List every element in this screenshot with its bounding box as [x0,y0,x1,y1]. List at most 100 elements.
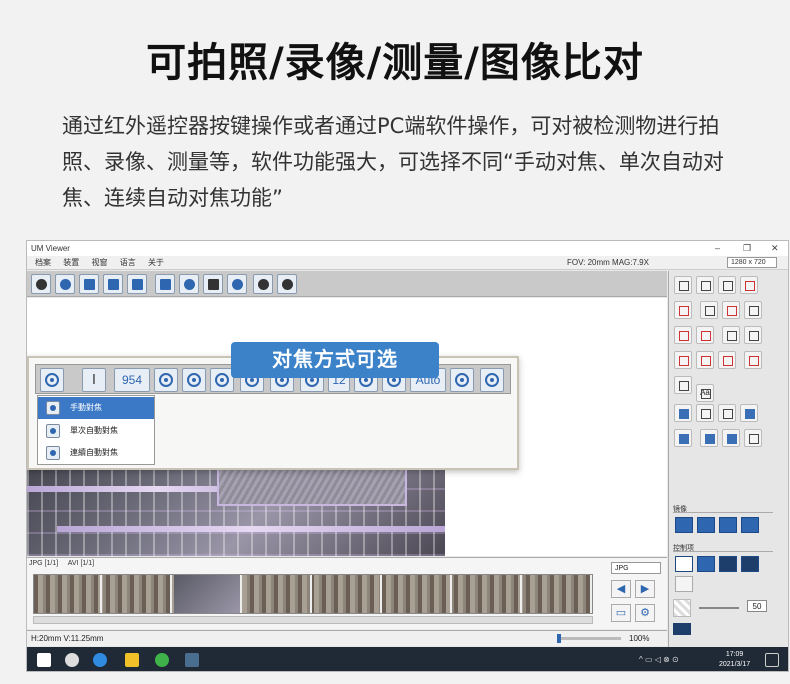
layers-icon[interactable] [674,404,692,422]
polygon-tool-icon[interactable] [718,351,736,369]
compare-icon[interactable] [55,274,75,294]
triangle-tool-icon[interactable] [740,276,758,294]
delete-icon[interactable] [740,404,758,422]
browser-icon[interactable] [155,653,169,667]
thumbnail[interactable] [244,575,312,613]
fan-app-icon[interactable] [65,653,79,667]
notification-icon[interactable] [765,653,779,667]
landscape-icon[interactable] [155,274,175,294]
system-tray-icons[interactable]: ^ ▭ ◁ ⊗ ⊙ [639,655,679,664]
folder-icon[interactable] [675,576,693,592]
dashed-rect-tool-icon[interactable] [744,301,763,319]
delete-all-icon[interactable] [674,429,692,447]
flag-tool-icon[interactable] [744,326,763,344]
contrast-icon[interactable] [697,556,715,572]
menu-bar: 档案 装置 视窗 语言 关于 FOV: 20mm MAG:7.9X 1280 x… [27,256,788,270]
menu-item-continuous-autofocus[interactable]: 連續自動對焦 [38,442,154,464]
next-arrow-icon[interactable]: ▶ [635,580,655,598]
timer-icon[interactable] [179,274,199,294]
line-tool-icon[interactable] [674,276,692,294]
menu-window[interactable]: 视窗 [91,256,107,270]
menu-about[interactable]: 关于 [148,256,164,270]
gear-icon[interactable] [253,274,273,294]
thumbnail[interactable] [104,575,172,613]
saturation-icon[interactable] [719,556,737,572]
undo-icon[interactable] [696,404,714,422]
thumbnail[interactable] [174,575,242,613]
prev-arrow-icon[interactable]: ◀ [611,580,631,598]
pattern-swatch[interactable] [673,599,691,617]
zoom-slider[interactable] [557,634,621,643]
mirror-normal-icon[interactable] [675,517,693,533]
clock[interactable]: 17:09 2021/3/17 [719,650,750,670]
crosshair-tool-icon[interactable] [674,376,692,394]
file-explorer-icon[interactable] [125,653,139,667]
menu-file[interactable]: 档案 [35,256,51,270]
text-tool-icon[interactable]: Aa [696,384,714,402]
focus-far-icon[interactable] [182,368,206,392]
rectangle-tool-icon[interactable] [696,276,714,294]
windows-start-icon[interactable] [37,653,51,667]
eyedropper-icon[interactable] [722,429,741,447]
video-icon[interactable] [103,274,123,294]
eye-icon[interactable] [31,274,51,294]
mirror-header: 镜像 [673,504,773,513]
maximize-button[interactable]: ❐ [743,241,751,256]
focus-value-field[interactable]: 954 [114,368,150,392]
redo-icon[interactable] [718,404,736,422]
main-toolbar [27,271,667,297]
auto-flash-icon[interactable] [450,368,474,392]
parallel-tool-icon[interactable] [674,326,692,344]
stage-icon[interactable] [227,274,247,294]
mirror-both-icon[interactable] [741,517,759,533]
camera-icon[interactable] [79,274,99,294]
thumbnail[interactable] [454,575,522,613]
circle-tool-icon[interactable] [700,301,719,319]
open-folder-icon[interactable]: ▭ [611,604,631,622]
thumbnail[interactable] [384,575,452,613]
format-select[interactable]: JPG [611,562,661,574]
um-viewer-task-icon[interactable] [185,653,199,667]
sharpness-icon[interactable] [741,556,759,572]
angle-tool-icon[interactable] [722,326,741,344]
edge-icon[interactable] [93,653,107,667]
tab-avi[interactable]: AVI [1/1] [68,560,94,567]
arc-tool-icon[interactable] [674,301,692,319]
palette-icon[interactable] [700,429,719,447]
thumbnail[interactable] [34,575,102,613]
thumbnail[interactable] [314,575,382,613]
search-icon[interactable] [277,274,297,294]
manual-focus-icon [46,401,60,415]
focus-mode-icon[interactable] [40,368,64,392]
gallery-scrollbar[interactable] [33,616,593,624]
ruler-icon[interactable] [203,274,223,294]
focus-near-icon[interactable] [154,368,178,392]
menu-language[interactable]: 语言 [120,256,136,270]
pointer-icon[interactable] [744,429,763,447]
i-beam-icon[interactable]: I [82,368,106,392]
mirror-horizontal-icon[interactable] [697,517,715,533]
folder-settings-icon[interactable]: ⚙ [635,604,655,622]
thumbnail[interactable] [524,575,592,613]
diamond-tool-icon[interactable] [718,276,736,294]
angle-measure-tool-icon[interactable] [674,351,692,369]
control-slider[interactable] [699,607,739,609]
color-swatch[interactable] [673,623,691,635]
polyline-tool-icon[interactable] [696,351,714,369]
control-value-field[interactable]: 50 [747,600,767,612]
image-edit-icon[interactable] [127,274,147,294]
tab-jpg[interactable]: JPG [1/1] [29,560,58,567]
menu-item-manual-focus[interactable]: 手動對焦 [38,397,154,419]
mirror-vertical-icon[interactable] [719,517,737,533]
perpendicular-tool-icon[interactable] [696,326,714,344]
resolution-select[interactable]: 1280 x 720 [727,257,777,268]
live-view[interactable]: I 954 12 Auto 手動對焦 單次自動對焦 連續自動對焦 对焦方式可选 [27,298,667,556]
menu-item-single-autofocus[interactable]: 單次自動對焦 [38,420,154,442]
white-balance-icon[interactable] [675,556,693,572]
move-arrows-icon[interactable] [480,368,504,392]
circle-3pt-tool-icon[interactable] [722,301,741,319]
close-button[interactable]: ✕ [771,241,779,256]
minimize-button[interactable]: – [715,241,720,256]
menu-device[interactable]: 装置 [63,256,79,270]
arc-measure-tool-icon[interactable] [744,351,763,369]
